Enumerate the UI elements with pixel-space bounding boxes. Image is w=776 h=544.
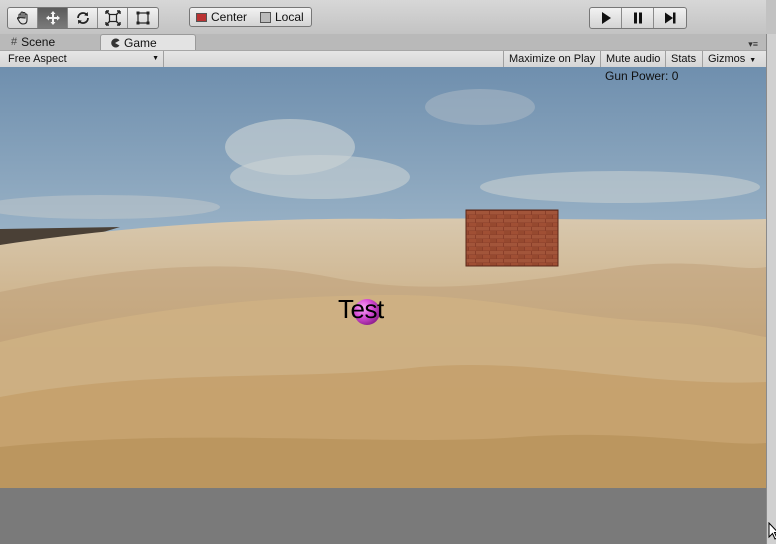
main-toolbar: Center Local	[0, 0, 766, 35]
scale-tool-button[interactable]	[98, 8, 128, 28]
chevron-down-icon: ▼	[152, 55, 159, 62]
local-cube-icon	[260, 11, 271, 23]
rect-tool-button[interactable]	[128, 8, 158, 28]
pivot-center-icon	[196, 12, 207, 22]
pivot-rotation-button[interactable]: Local	[254, 7, 312, 27]
gun-power-readout: Gun Power: 0	[605, 69, 679, 83]
mute-label: Mute audio	[606, 53, 661, 65]
game-view-letterbox	[0, 488, 766, 544]
scale-icon	[104, 10, 121, 26]
pivot-rotation-label: Local	[275, 10, 304, 24]
tab-scene[interactable]: # Scene	[2, 34, 96, 50]
gizmos-label: Gizmos	[708, 53, 746, 65]
aspect-label: Free Aspect	[8, 53, 67, 65]
tab-game[interactable]: Game	[100, 34, 196, 50]
gizmos-dropdown[interactable]: Gizmos ▼	[702, 51, 761, 67]
move-tool-button[interactable]	[38, 8, 68, 28]
stats-label: Stats	[671, 53, 697, 65]
play-button[interactable]	[590, 8, 622, 28]
maximize-on-play-toggle[interactable]: Maximize on Play	[503, 51, 600, 67]
hand-icon	[16, 11, 28, 25]
scene-grid-icon: #	[11, 36, 18, 48]
pivot-mode-button[interactable]: Center	[189, 7, 256, 27]
tab-menu-icon[interactable]: ▾≡	[748, 39, 758, 50]
pause-button[interactable]	[622, 8, 654, 28]
chevron-down-icon: ▼	[749, 57, 757, 64]
inspector-edge-strip	[766, 34, 776, 544]
play-controls	[589, 7, 687, 29]
hand-tool-button[interactable]	[8, 8, 38, 28]
tab-game-label: Game	[124, 35, 157, 50]
step-icon	[665, 12, 676, 24]
pause-icon	[633, 12, 642, 24]
rotate-tool-button[interactable]	[68, 8, 98, 28]
mouse-cursor-icon	[768, 522, 776, 540]
stats-toggle[interactable]: Stats	[665, 51, 701, 67]
step-button[interactable]	[654, 8, 686, 28]
rotate-icon	[76, 12, 89, 24]
game-scene-render	[0, 67, 766, 488]
view-tabs: # Scene Game ▾≡	[0, 34, 766, 50]
play-icon	[601, 12, 611, 24]
tab-scene-label: Scene	[21, 35, 56, 49]
world-label-test: Test	[338, 294, 384, 324]
move-arrows-icon	[45, 11, 60, 25]
mute-audio-toggle[interactable]: Mute audio	[600, 51, 665, 67]
maximize-label: Maximize on Play	[509, 53, 596, 65]
game-viewport[interactable]	[0, 67, 766, 488]
transform-tools	[7, 7, 159, 29]
aspect-dropdown[interactable]: Free Aspect ▼	[0, 51, 164, 67]
game-view-bar: Free Aspect ▼ Maximize on Play Mute audi…	[0, 50, 766, 68]
game-pacman-icon	[111, 38, 120, 47]
pivot-mode-label: Center	[211, 10, 248, 24]
rect-icon	[136, 11, 150, 25]
